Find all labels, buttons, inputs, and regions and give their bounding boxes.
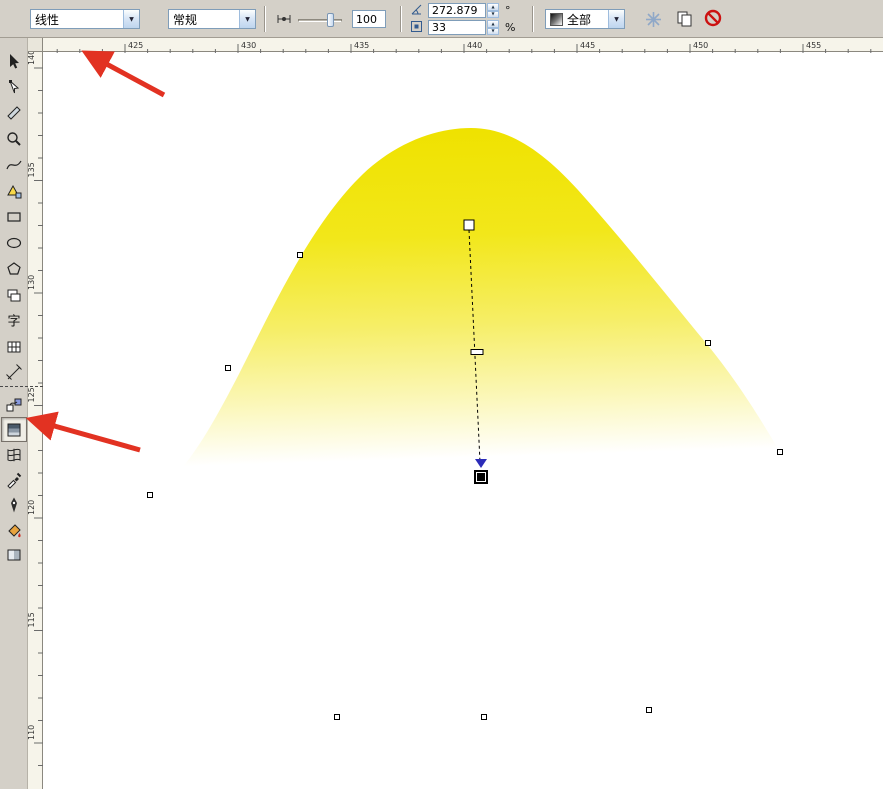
spinner-down-icon[interactable]: ▼ — [487, 27, 499, 35]
toolbox-divider-dashes — [0, 386, 43, 387]
spinner-down-icon[interactable]: ▼ — [487, 10, 499, 18]
dimension-tool[interactable] — [1, 360, 27, 386]
fill-style-value: 常规 — [173, 12, 198, 27]
angle-spinner[interactable]: ▲ ▼ — [487, 3, 499, 18]
svg-text:125: 125 — [28, 387, 36, 402]
selection-handle[interactable] — [481, 714, 487, 720]
midpoint-input[interactable]: 100 — [352, 10, 386, 28]
zoom-tool[interactable] — [1, 126, 27, 152]
polygon-tool[interactable] — [1, 256, 27, 282]
fill-style-dropdown[interactable]: 常规 ▼ — [168, 9, 256, 29]
edge-pad-icon — [410, 20, 423, 33]
copy-fill-properties-button[interactable] — [676, 10, 693, 27]
svg-text:115: 115 — [28, 612, 36, 627]
angle-input[interactable]: 272.879 — [428, 3, 486, 18]
chevron-down-icon[interactable]: ▼ — [608, 10, 624, 28]
text-tool[interactable]: 字 — [1, 308, 27, 334]
degree-unit-label: ° — [505, 4, 511, 17]
bell-shape-object[interactable] — [43, 52, 883, 789]
midpoint-icon — [276, 11, 292, 27]
bell-shape-path[interactable] — [150, 128, 780, 717]
no-fill-button[interactable] — [704, 9, 722, 27]
interactive-transparency-tool[interactable] — [1, 542, 27, 567]
interactive-fill-tool[interactable] — [1, 417, 27, 442]
edge-pad-spinner[interactable]: ▲ ▼ — [487, 20, 499, 35]
selection-handle[interactable] — [297, 252, 303, 258]
smart-fill-tool[interactable] — [1, 178, 27, 204]
toolbar-separator — [264, 6, 266, 32]
svg-text:445: 445 — [580, 41, 595, 50]
table-tool[interactable] — [1, 334, 27, 360]
fountain-start-handle[interactable] — [463, 219, 475, 231]
rectangle-tool[interactable] — [1, 204, 27, 230]
vertical-ruler[interactable]: 140 135 130 125 120 115 110 — [27, 50, 43, 789]
freehand-tool[interactable] — [1, 152, 27, 178]
svg-text:140: 140 — [28, 52, 36, 65]
spinner-up-icon[interactable]: ▲ — [487, 3, 499, 11]
basic-shapes-tool[interactable] — [1, 282, 27, 308]
edge-pad-value: 33 — [432, 21, 446, 34]
toolbar-separator — [400, 6, 402, 32]
fill-type-dropdown[interactable]: 线性 ▼ — [30, 9, 140, 29]
svg-text:130: 130 — [28, 275, 36, 290]
percent-unit-label: % — [505, 21, 516, 34]
crop-tool[interactable] — [1, 100, 27, 126]
ruler-corner — [28, 38, 43, 52]
spinner-up-icon[interactable]: ▲ — [487, 20, 499, 28]
svg-text:430: 430 — [241, 41, 256, 50]
horizontal-ruler[interactable]: 425 430 435 440 445 450 455 — [43, 38, 883, 53]
interactive-blend-tool[interactable] — [1, 392, 27, 417]
selection-handle[interactable] — [147, 492, 153, 498]
svg-text:435: 435 — [354, 41, 369, 50]
fountain-midpoint-handle[interactable] — [470, 349, 484, 355]
midpoint-slider[interactable] — [298, 12, 342, 28]
color-blend-value: 全部 — [567, 12, 592, 27]
selection-handle[interactable] — [705, 340, 711, 346]
selection-handle[interactable] — [777, 449, 783, 455]
shape-tool[interactable] — [1, 74, 27, 100]
svg-text:120: 120 — [28, 500, 36, 515]
toolbox: 字 — [0, 38, 28, 789]
fill-type-value: 线性 — [35, 12, 60, 27]
drawing-canvas[interactable] — [43, 52, 883, 789]
svg-text:450: 450 — [693, 41, 708, 50]
selection-handle[interactable] — [334, 714, 340, 720]
svg-text:455: 455 — [806, 41, 821, 50]
selection-handle[interactable] — [646, 707, 652, 713]
svg-text:425: 425 — [128, 41, 143, 50]
outline-pen-tool[interactable] — [1, 492, 27, 517]
ps-fill-options-icon[interactable] — [645, 11, 662, 28]
svg-text:字: 字 — [7, 315, 20, 330]
midpoint-value: 100 — [356, 12, 377, 26]
toolbar-separator — [532, 6, 534, 32]
edge-pad-input[interactable]: 33 — [428, 20, 486, 35]
svg-text:110: 110 — [28, 725, 36, 740]
gradient-swatch-icon — [550, 12, 563, 26]
pick-tool[interactable] — [1, 48, 27, 74]
mesh-fill-tool[interactable] — [1, 442, 27, 467]
svg-text:135: 135 — [28, 162, 36, 177]
color-blend-dropdown[interactable]: 全部 ▼ — [545, 9, 625, 29]
chevron-down-icon[interactable]: ▼ — [239, 10, 255, 28]
angle-icon — [410, 3, 423, 16]
property-bar: 线性 ▼ 常规 ▼ 100 272.879 ▲ ▼ ° 33 ▲ ▼ % 全部 … — [0, 0, 883, 38]
ellipse-tool[interactable] — [1, 230, 27, 256]
eyedropper-tool[interactable] — [1, 467, 27, 492]
slider-thumb[interactable] — [327, 13, 334, 27]
svg-text:440: 440 — [467, 41, 482, 50]
slider-track — [298, 19, 342, 22]
fill-tool[interactable] — [1, 517, 27, 542]
selection-handle[interactable] — [225, 365, 231, 371]
chevron-down-icon[interactable]: ▼ — [123, 10, 139, 28]
angle-value: 272.879 — [432, 4, 478, 17]
